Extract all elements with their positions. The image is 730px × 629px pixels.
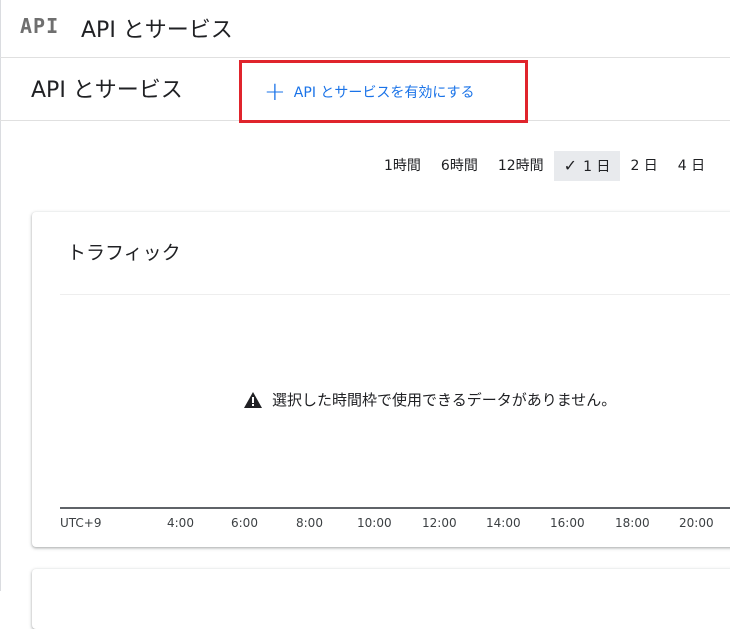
no-data-message: 選択した時間枠で使用できるデータがありません。	[244, 389, 616, 410]
top-header: API API とサービス	[0, 0, 730, 58]
range-1-day[interactable]: ✓ 1 日	[553, 151, 621, 181]
x-axis-timezone-label: UTC+9	[60, 516, 102, 530]
header-title: API とサービス	[81, 18, 233, 43]
range-12-hours[interactable]: 12時間	[488, 151, 554, 181]
warning-icon	[244, 391, 262, 408]
enable-apis-button[interactable]: + API とサービスを有効にする	[239, 60, 528, 123]
page-title: API とサービス	[31, 78, 183, 103]
time-range-selector: 1時間 6時間 12時間 ✓ 1 日 2 日 4 日	[374, 151, 715, 181]
api-logo-icon: API	[20, 14, 60, 38]
x-axis-tick: 10:00	[357, 516, 392, 530]
range-1-day-label: 1 日	[583, 159, 611, 175]
traffic-card: トラフィック 選択した時間枠で使用できるデータがありません。 UTC+9 4:0…	[32, 212, 730, 547]
range-6-hours[interactable]: 6時間	[431, 151, 488, 181]
no-data-text: 選択した時間枠で使用できるデータがありません。	[272, 391, 617, 409]
x-axis-tick: 20:00	[679, 516, 714, 530]
x-axis-tick: 12:00	[422, 516, 457, 530]
traffic-card-title: トラフィック	[67, 242, 181, 264]
x-axis-tick: 18:00	[615, 516, 650, 530]
plus-icon: +	[264, 76, 286, 107]
check-icon: ✓	[563, 156, 578, 175]
x-axis-tick: 16:00	[550, 516, 585, 530]
x-axis-tick: 14:00	[486, 516, 521, 530]
enable-apis-label: API とサービスを有効にする	[293, 84, 475, 101]
range-4-days[interactable]: 4 日	[668, 151, 715, 181]
x-axis-tick: 6:00	[231, 516, 258, 530]
x-axis-tick: 8:00	[296, 516, 323, 530]
page-subheader: API とサービス + API とサービスを有効にする	[0, 58, 730, 123]
range-1-hour[interactable]: 1時間	[374, 151, 431, 181]
range-2-days[interactable]: 2 日	[620, 151, 667, 181]
secondary-card	[32, 569, 730, 629]
x-axis-tick: 4:00	[167, 516, 194, 530]
card-divider	[60, 294, 730, 295]
x-axis-line	[60, 507, 730, 509]
